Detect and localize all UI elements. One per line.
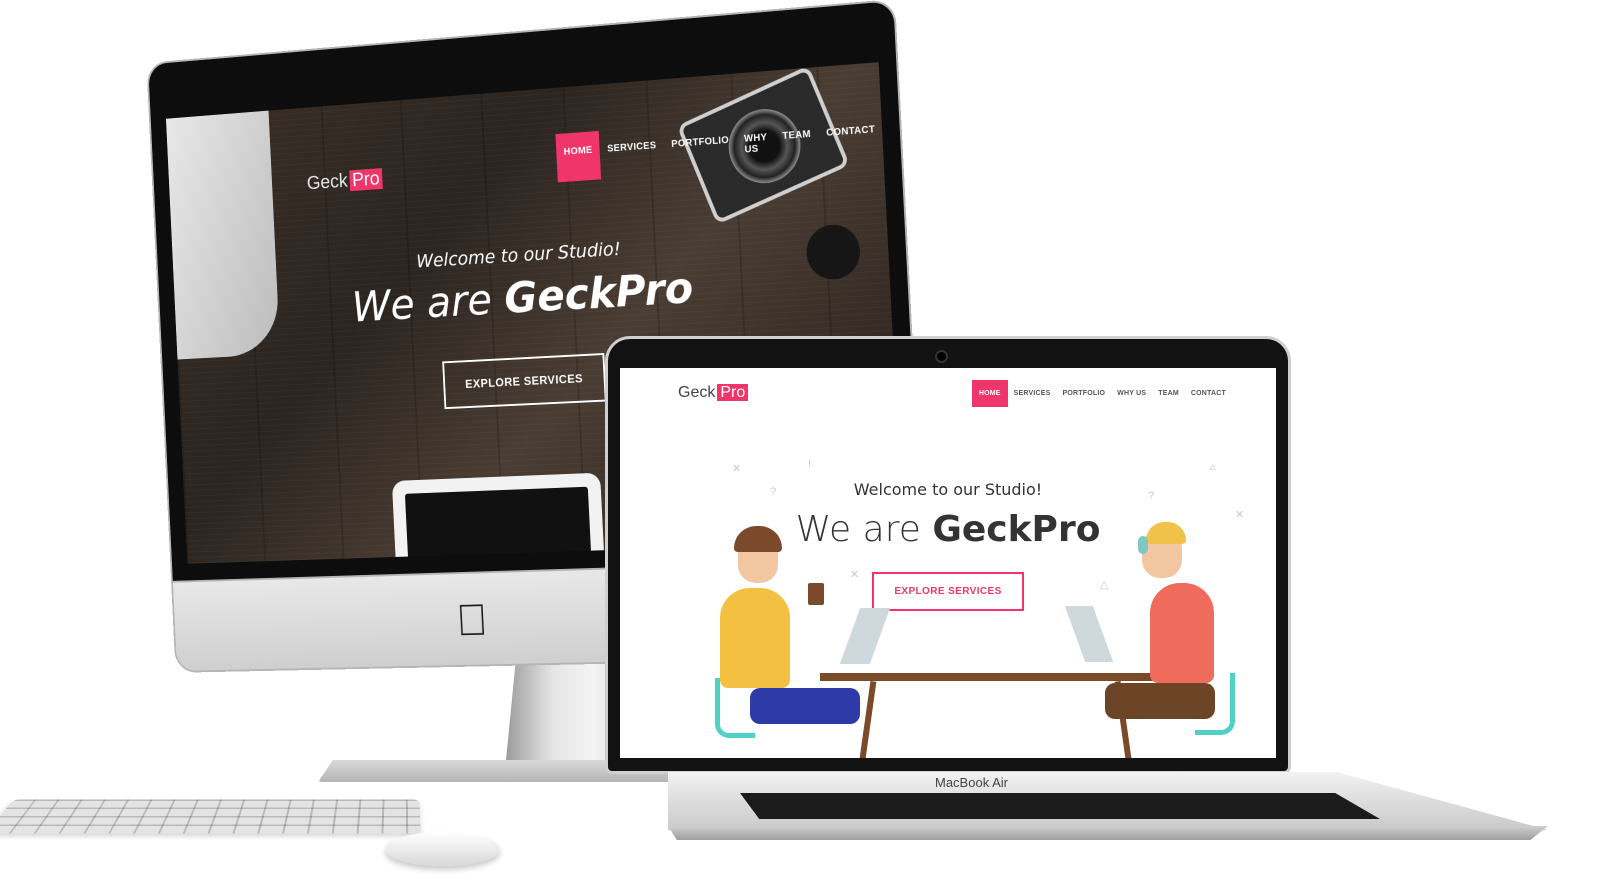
nav-portfolio[interactable]: PORTFOLIO [663, 121, 738, 175]
nav-home[interactable]: HOME [972, 380, 1008, 407]
headphones-icon [1138, 536, 1148, 554]
keyboard [0, 800, 421, 834]
headline-brand: GeckPro [932, 509, 1100, 550]
nav-services[interactable]: SERVICES [1008, 382, 1057, 405]
explore-services-button[interactable]: EXPLORE SERVICES [872, 572, 1023, 611]
macbook-label: MacBook Air [935, 775, 1008, 790]
nav-team[interactable]: TEAM [774, 115, 820, 167]
nav-why-us[interactable]: WHY US [1111, 382, 1152, 405]
headline-prefix: We are [796, 509, 921, 550]
macbook-keyboard [740, 793, 1380, 819]
webcam-icon [937, 352, 946, 361]
person-illustration [1105, 683, 1215, 719]
desk-leg [860, 681, 877, 758]
nav-portfolio[interactable]: PORTFOLIO [1057, 382, 1112, 405]
nav-home[interactable]: HOME [555, 131, 601, 182]
apple-logo-icon:  [455, 597, 488, 642]
nav-contact[interactable]: CONTACT [1185, 382, 1232, 405]
headline-prefix: We are [351, 275, 493, 332]
site-nav: HOME SERVICES PORTFOLIO WHY US TEAM CONT… [972, 380, 1232, 407]
nav-services[interactable]: SERVICES [599, 126, 665, 179]
person-illustration [750, 688, 860, 724]
logo-badge: Pro [717, 384, 748, 401]
desk-illustration [820, 673, 1170, 681]
logo-badge: Pro [349, 168, 383, 191]
logo-text: Geck [678, 384, 715, 401]
explore-services-button[interactable]: EXPLORE SERVICES [443, 353, 607, 409]
site-logo[interactable]: Geck Pro [306, 168, 382, 195]
coffee-cup-icon [808, 583, 824, 605]
headline-brand: GeckPro [503, 263, 694, 323]
doodle-icon: ▵ [1210, 460, 1216, 473]
nav-team[interactable]: TEAM [1152, 382, 1185, 405]
mouse [385, 832, 500, 866]
laptop-illustration [840, 608, 890, 664]
laptop-illustration [1065, 606, 1113, 662]
person-illustration [1150, 583, 1214, 683]
site-logo[interactable]: Geck Pro [678, 384, 748, 402]
logo-text: Geck [306, 171, 348, 195]
macbook-edge [668, 826, 1548, 840]
hero-welcome: Welcome to our Studio! [620, 480, 1276, 499]
doodle-icon: ! [808, 458, 811, 470]
nav-contact[interactable]: CONTACT [818, 110, 885, 164]
macbook-screen: Geck Pro HOME SERVICES PORTFOLIO WHY US T… [620, 368, 1276, 758]
nav-why-us[interactable]: WHY US [736, 118, 777, 170]
person-illustration [720, 588, 790, 688]
doodle-icon: ✕ [732, 462, 741, 475]
tablet-photo [392, 473, 606, 564]
